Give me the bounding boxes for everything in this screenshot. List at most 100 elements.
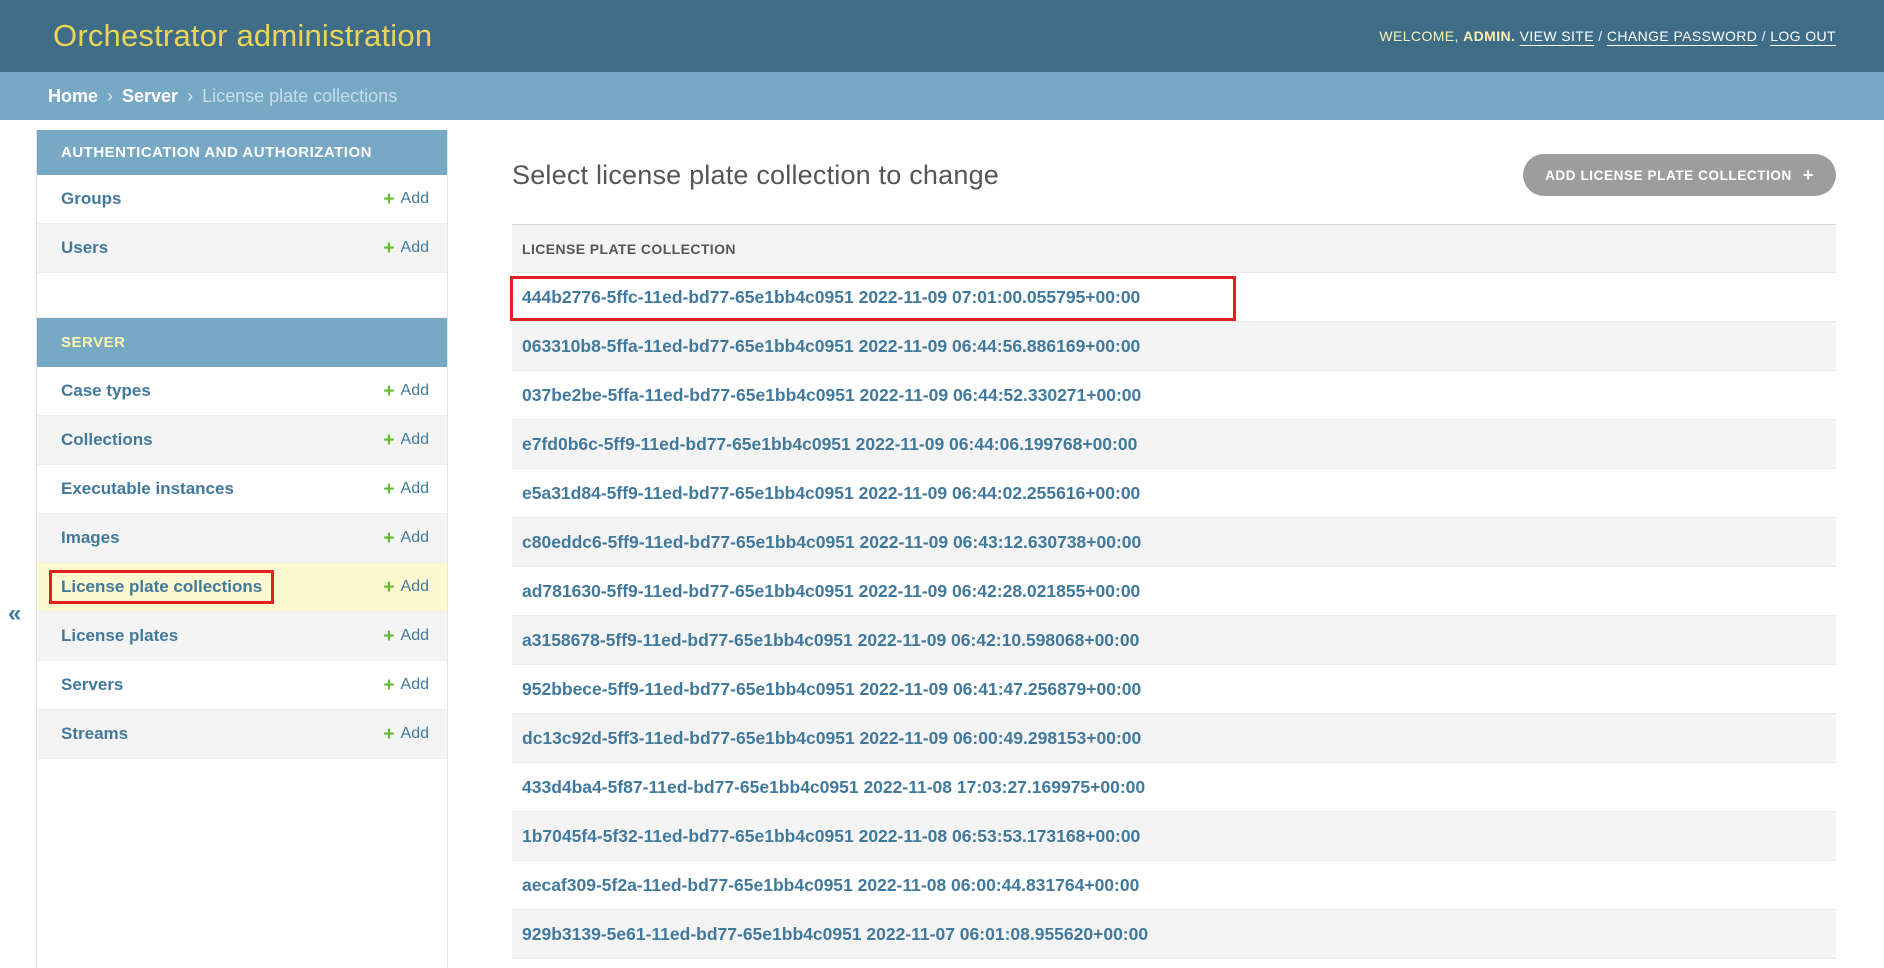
streams-link[interactable]: Streams (61, 724, 128, 744)
sidebar-item-users: Users + Add (37, 224, 447, 273)
welcome-text: WELCOME, (1379, 28, 1458, 44)
sidebar-section-gap (37, 273, 447, 318)
add-collections-link[interactable]: + Add (383, 431, 429, 450)
license-plates-link[interactable]: License plates (61, 626, 178, 646)
sidebar-item-groups: Groups + Add (37, 175, 447, 224)
table-body: 444b2776-5ffc-11ed-bd77-65e1bb4c0951 202… (512, 273, 1836, 959)
table-row: 929b3139-5e61-11ed-bd77-65e1bb4c0951 202… (512, 910, 1836, 959)
license-plate-collections-link[interactable]: License plate collections (49, 570, 274, 604)
case-types-link[interactable]: Case types (61, 381, 151, 401)
user-tools-links: VIEW SITE / CHANGE PASSWORD / LOG OUT (1520, 28, 1836, 44)
plus-icon: + (383, 627, 394, 646)
plus-icon: + (383, 725, 394, 744)
collection-link[interactable]: 1b7045f4-5f32-11ed-bd77-65e1bb4c0951 202… (522, 826, 1140, 847)
collection-link[interactable]: ad781630-5ff9-11ed-bd77-65e1bb4c0951 202… (522, 581, 1140, 602)
add-link-label: Add (401, 190, 429, 208)
column-header-license-plate-collection[interactable]: LICENSE PLATE COLLECTION (522, 241, 736, 257)
plus-icon: + (383, 578, 394, 597)
add-link-label: Add (401, 431, 429, 449)
table-row: 063310b8-5ffa-11ed-bd77-65e1bb4c0951 202… (512, 322, 1836, 371)
page-title: Select license plate collection to chang… (512, 160, 999, 191)
collection-link[interactable]: c80eddc6-5ff9-11ed-bd77-65e1bb4c0951 202… (522, 532, 1141, 553)
collections-link[interactable]: Collections (61, 430, 153, 450)
breadcrumb-current: License plate collections (202, 86, 397, 107)
sidebar-section-server[interactable]: SERVER (37, 318, 447, 367)
separator: / (1594, 28, 1607, 44)
add-license-plate-collection-button[interactable]: ADD LICENSE PLATE COLLECTION + (1523, 154, 1836, 196)
add-images-link[interactable]: +Add (383, 529, 429, 548)
breadcrumb-home-link[interactable]: Home (48, 86, 98, 107)
collection-link[interactable]: dc13c92d-5ff3-11ed-bd77-65e1bb4c0951 202… (522, 728, 1141, 749)
table-row: 1b7045f4-5f32-11ed-bd77-65e1bb4c0951 202… (512, 812, 1836, 861)
app-header: Orchestrator administration WELCOME, ADM… (0, 0, 1884, 72)
executable-instances-link[interactable]: Executable instances (61, 479, 234, 499)
table-row: 433d4ba4-5f87-11ed-bd77-65e1bb4c0951 202… (512, 763, 1836, 812)
collection-link[interactable]: 444b2776-5ffc-11ed-bd77-65e1bb4c0951 202… (522, 287, 1140, 308)
users-link[interactable]: Users (61, 238, 108, 258)
servers-link[interactable]: Servers (61, 675, 123, 695)
add-license-plates-link[interactable]: + Add (383, 627, 429, 646)
breadcrumb-separator: › (187, 86, 193, 107)
add-link-label: Add (401, 382, 429, 400)
groups-link[interactable]: Groups (61, 189, 121, 209)
collection-link[interactable]: e7fd0b6c-5ff9-11ed-bd77-65e1bb4c0951 202… (522, 434, 1137, 455)
sidebar-item-license-plates: License plates + Add (37, 612, 447, 661)
sidebar-section-authentication-and-authorization[interactable]: AUTHENTICATION AND AUTHORIZATION (37, 130, 447, 175)
breadcrumb-server-link[interactable]: Server (122, 86, 178, 107)
changelist-table: LICENSE PLATE COLLECTION 444b2776-5ffc-1… (512, 224, 1836, 959)
add-link-label: Add (401, 725, 429, 743)
sidebar-item-servers: Servers + Add (37, 661, 447, 710)
add-link-label: Add (401, 676, 429, 694)
log-out-link[interactable]: LOG OUT (1770, 28, 1836, 44)
view-site-link[interactable]: VIEW SITE (1520, 28, 1594, 44)
site-title[interactable]: Orchestrator administration (53, 18, 432, 54)
main-content: Select license plate collection to chang… (512, 120, 1836, 959)
sidebar-item-executable-instances: Executable instances + Add (37, 465, 447, 514)
sidebar-item-streams: Streams + Add (37, 710, 447, 759)
add-users-link[interactable]: + Add (383, 239, 429, 258)
add-groups-link[interactable]: + Add (383, 190, 429, 209)
plus-icon: + (383, 480, 394, 499)
collection-link[interactable]: aecaf309-5f2a-11ed-bd77-65e1bb4c0951 202… (522, 875, 1139, 896)
collection-link[interactable]: a3158678-5ff9-11ed-bd77-65e1bb4c0951 202… (522, 630, 1139, 651)
add-license-plate-collections-link[interactable]: + Add (383, 578, 429, 597)
add-link-label: Add (401, 627, 429, 645)
table-row: dc13c92d-5ff3-11ed-bd77-65e1bb4c0951 202… (512, 714, 1836, 763)
sidebar-item-images: Images +Add (37, 514, 447, 563)
plus-icon: + (383, 676, 394, 695)
collection-link[interactable]: e5a31d84-5ff9-11ed-bd77-65e1bb4c0951 202… (522, 483, 1140, 504)
collection-link[interactable]: 952bbece-5ff9-11ed-bd77-65e1bb4c0951 202… (522, 679, 1141, 700)
plus-icon: + (383, 529, 394, 548)
images-link[interactable]: Images (61, 528, 120, 548)
breadcrumb-separator: › (107, 86, 113, 107)
add-case-types-link[interactable]: + Add (383, 382, 429, 401)
collection-link[interactable]: 063310b8-5ffa-11ed-bd77-65e1bb4c0951 202… (522, 336, 1140, 357)
plus-icon: + (383, 190, 394, 209)
table-row: aecaf309-5f2a-11ed-bd77-65e1bb4c0951 202… (512, 861, 1836, 910)
add-streams-link[interactable]: + Add (383, 725, 429, 744)
username: ADMIN. (1463, 28, 1515, 44)
add-executable-instances-link[interactable]: + Add (383, 480, 429, 499)
user-tools: WELCOME, ADMIN. VIEW SITE / CHANGE PASSW… (1379, 28, 1836, 44)
table-row: a3158678-5ff9-11ed-bd77-65e1bb4c0951 202… (512, 616, 1836, 665)
sidebar: AUTHENTICATION AND AUTHORIZATIONGroups+A… (36, 130, 448, 968)
table-row: 444b2776-5ffc-11ed-bd77-65e1bb4c0951 202… (512, 273, 1836, 322)
plus-icon: + (1803, 166, 1814, 184)
plus-icon: + (383, 239, 394, 258)
table-row: e7fd0b6c-5ff9-11ed-bd77-65e1bb4c0951 202… (512, 420, 1836, 469)
collection-link[interactable]: 929b3139-5e61-11ed-bd77-65e1bb4c0951 202… (522, 924, 1148, 945)
plus-icon: + (383, 431, 394, 450)
add-link-label: Add (401, 239, 429, 257)
sidebar-collapse-toggle[interactable]: « (8, 600, 21, 628)
collection-link[interactable]: 037be2be-5ffa-11ed-bd77-65e1bb4c0951 202… (522, 385, 1141, 406)
table-row: e5a31d84-5ff9-11ed-bd77-65e1bb4c0951 202… (512, 469, 1836, 518)
table-row: 952bbece-5ff9-11ed-bd77-65e1bb4c0951 202… (512, 665, 1836, 714)
plus-icon: + (383, 382, 394, 401)
breadcrumb: Home › Server › License plate collections (0, 72, 1884, 120)
add-servers-link[interactable]: + Add (383, 676, 429, 695)
change-password-link[interactable]: CHANGE PASSWORD (1607, 28, 1757, 44)
add-link-label: Add (401, 578, 429, 596)
add-link-label: Add (401, 480, 429, 498)
table-row: ad781630-5ff9-11ed-bd77-65e1bb4c0951 202… (512, 567, 1836, 616)
collection-link[interactable]: 433d4ba4-5f87-11ed-bd77-65e1bb4c0951 202… (522, 777, 1145, 798)
